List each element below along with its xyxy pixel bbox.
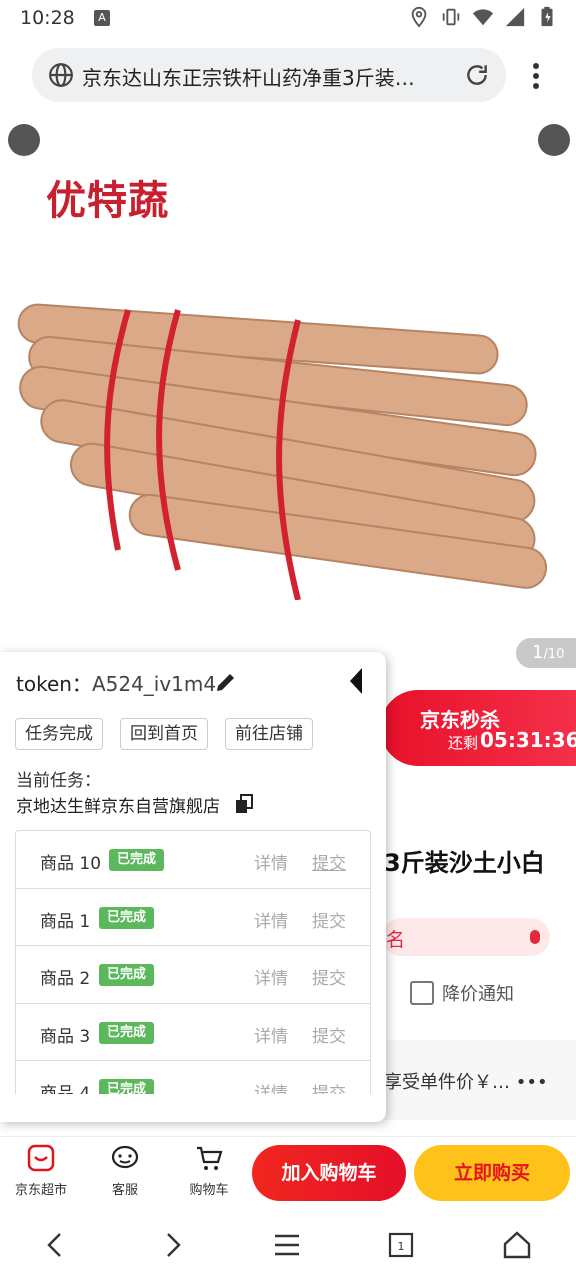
item-name: 商品 10 <box>40 854 102 874</box>
supermarket-label: 京东超市 <box>14 1183 67 1198</box>
status-time: 10:28 <box>20 7 75 29</box>
image-index: 1 <box>532 642 544 663</box>
list-item: 商品 4 已完成 详情 提交 <box>16 1061 370 1094</box>
status-badge: 已完成 <box>99 1021 155 1044</box>
item-name: 商品 2 <box>40 969 91 989</box>
price-notify-label: 降价通知 <box>442 984 514 1005</box>
more-menu-icon[interactable] <box>524 58 548 94</box>
product-image[interactable]: 优特蔬 <box>0 110 576 670</box>
item-name: 商品 3 <box>40 1026 91 1047</box>
price-notify-icon <box>410 981 434 1005</box>
item-name: 商品 4 <box>40 1084 91 1094</box>
detail-link[interactable]: 详情 <box>254 907 288 932</box>
token-value: A524_iv1m4 <box>91 672 217 696</box>
buy-now-button[interactable]: 立即购买 <box>414 1145 570 1201</box>
unit-price-card[interactable]: 享受单件价￥… ••• <box>360 1040 576 1120</box>
coupon-strip[interactable]: 名 <box>382 918 550 956</box>
wifi-icon <box>472 9 494 26</box>
service-button[interactable]: 客服 <box>90 1143 160 1198</box>
submit-link[interactable]: 提交 <box>312 849 346 874</box>
task-list: 商品 10 已完成 详情 提交 商品 1 已完成 详情 提交 商品 2 已完成 … <box>15 830 371 1094</box>
submit-link[interactable]: 提交 <box>312 1022 346 1047</box>
cart-button[interactable]: 购物车 <box>174 1143 244 1198</box>
token-row: token：A524_iv1m4 <box>16 668 216 697</box>
collapse-icon[interactable] <box>346 666 366 696</box>
status-icons <box>408 6 558 28</box>
task-panel: token：A524_iv1m4 任务完成 回到首页 前往店铺 当前任务： 京地… <box>0 652 386 1122</box>
service-label: 客服 <box>111 1183 138 1198</box>
image-total: /10 <box>543 647 565 662</box>
seckill-countdown: 05:31:36 <box>480 728 576 752</box>
vibrate-icon <box>442 8 460 26</box>
service-icon <box>111 1145 139 1169</box>
token-label: token： <box>16 672 92 696</box>
product-title: 3斤装沙土小白 <box>384 849 545 877</box>
supermarket-icon <box>27 1144 55 1172</box>
status-badge: 已完成 <box>99 906 155 929</box>
brand-logo: 优特蔬 <box>46 178 169 224</box>
cart-icon <box>197 1146 223 1170</box>
submit-link[interactable]: 提交 <box>312 1079 346 1094</box>
coupon-arrow-icon <box>530 930 540 944</box>
bottom-action-bar: 京东超市 客服 购物车 加入购物车 立即购买 <box>0 1136 576 1210</box>
svg-text:1: 1 <box>398 1240 405 1253</box>
globe-icon <box>49 63 73 87</box>
detail-link[interactable]: 详情 <box>254 1022 288 1047</box>
battery-icon <box>541 6 553 27</box>
current-task-name: 京地达生鲜京东自营旗舰店 <box>16 797 220 817</box>
address-bar[interactable]: 京东达山东正宗铁杆山药净重3斤装… <box>32 48 506 102</box>
detail-link[interactable]: 详情 <box>254 964 288 989</box>
more-circle-icon[interactable] <box>538 124 570 156</box>
location-icon <box>411 6 427 28</box>
list-item: 商品 10 已完成 详情 提交 <box>16 831 370 889</box>
url-text[interactable]: 京东达山东正宗铁杆山药净重3斤装… <box>82 62 462 91</box>
task-done-button[interactable]: 任务完成 <box>15 718 103 750</box>
list-item: 商品 1 已完成 详情 提交 <box>16 889 370 946</box>
hamburger-menu-icon[interactable] <box>270 1228 304 1262</box>
unit-price-text: 享受单件价￥… ••• <box>384 1072 548 1093</box>
image-page-indicator: 1/10 <box>516 638 576 668</box>
list-item: 商品 2 已完成 详情 提交 <box>16 946 370 1004</box>
signal-icon <box>505 7 525 27</box>
coupon-text: 名 <box>386 929 406 951</box>
tabs-icon[interactable]: 1 <box>384 1228 418 1262</box>
system-navigation-bar: 1 <box>0 1210 576 1280</box>
current-task-label: 当前任务： <box>16 771 101 791</box>
home-button[interactable]: 回到首页 <box>120 718 208 750</box>
status-badge: 已完成 <box>99 1079 155 1094</box>
status-bar: 10:28 A <box>0 0 576 36</box>
list-item: 商品 3 已完成 详情 提交 <box>16 1004 370 1061</box>
unit-price-label: 享受单件价￥… <box>384 1072 510 1093</box>
notification-icon: A <box>94 10 110 26</box>
seckill-remain-label: 还剩 <box>448 734 479 752</box>
price-notify-button[interactable]: 降价通知 <box>410 980 514 1006</box>
reload-icon[interactable] <box>464 62 490 88</box>
add-to-cart-button[interactable]: 加入购物车 <box>252 1145 406 1201</box>
submit-link[interactable]: 提交 <box>312 907 346 932</box>
yam-bundle-illustration <box>17 303 548 600</box>
copy-icon[interactable] <box>234 794 254 814</box>
supermarket-button[interactable]: 京东超市 <box>6 1143 76 1198</box>
back-icon[interactable] <box>38 1228 72 1262</box>
status-badge: 已完成 <box>109 849 165 871</box>
item-name: 商品 1 <box>40 911 91 932</box>
detail-link[interactable]: 详情 <box>254 1079 288 1094</box>
forward-icon[interactable] <box>156 1228 190 1262</box>
status-badge: 已完成 <box>99 964 155 986</box>
edit-icon[interactable] <box>214 670 238 694</box>
cart-label: 购物车 <box>189 1183 229 1198</box>
submit-link[interactable]: 提交 <box>312 964 346 989</box>
seckill-banner[interactable]: 京东秒杀 还剩 05:31:36 <box>380 690 576 766</box>
back-circle-icon[interactable] <box>8 124 40 156</box>
store-button[interactable]: 前往店铺 <box>225 718 313 750</box>
home-icon[interactable] <box>500 1228 534 1262</box>
detail-link[interactable]: 详情 <box>254 849 288 874</box>
